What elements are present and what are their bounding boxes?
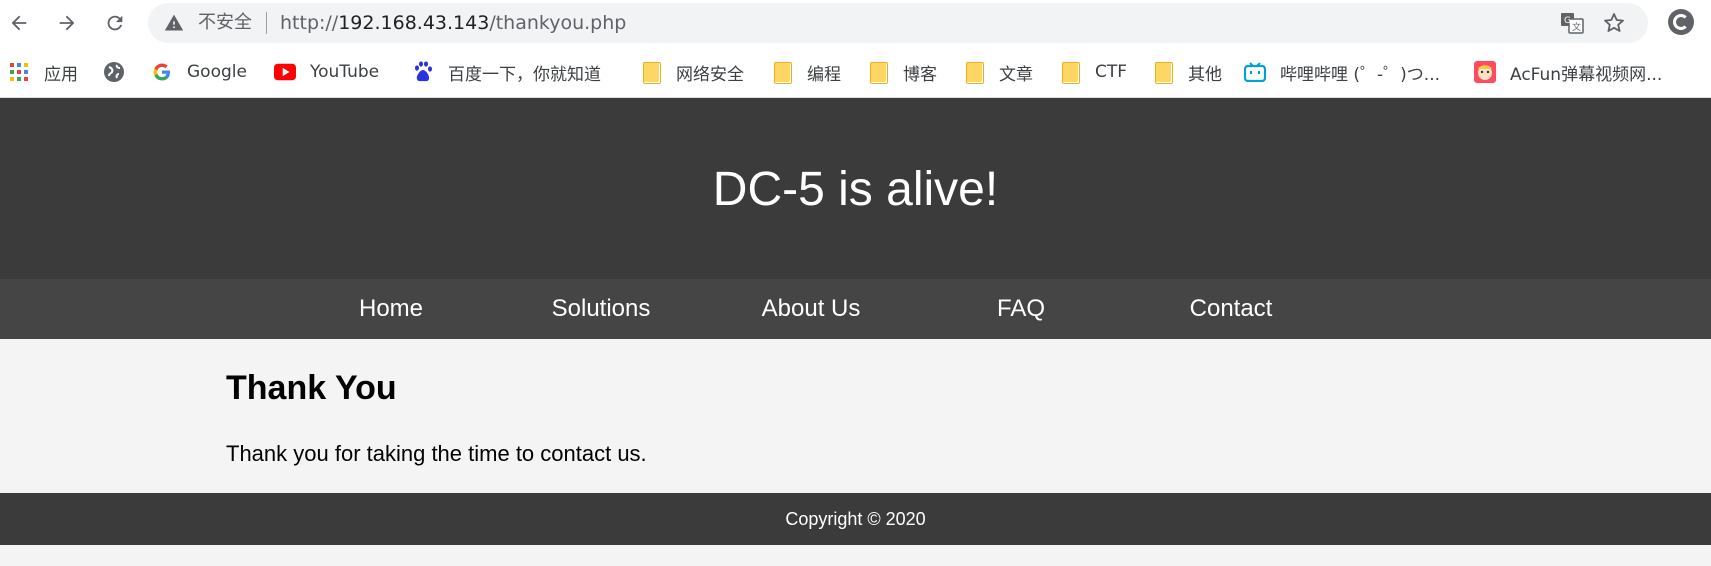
back-button[interactable] (4, 8, 34, 38)
forward-button[interactable] (52, 8, 82, 38)
forward-icon (59, 15, 75, 31)
bookmark-youtube[interactable]: YouTube (274, 59, 379, 85)
bookmark-label: 其他 (1188, 64, 1222, 85)
folder-icon (640, 61, 662, 84)
folder-icon (1152, 61, 1174, 84)
bookmark-baidu[interactable]: 百度一下，你就知道 (412, 59, 601, 85)
profile-icon[interactable] (1668, 9, 1694, 35)
main-content: Thank You Thank you for taking the time … (0, 339, 1711, 493)
star-icon[interactable] (1602, 11, 1626, 35)
bilibili-icon (1244, 61, 1266, 83)
bookmark-label: Google (187, 62, 247, 82)
bookmark-folder-blog[interactable]: 博客 (867, 59, 937, 85)
acfun-icon (1474, 61, 1496, 83)
bookmark-label: 网络安全 (676, 64, 744, 85)
nav-solutions[interactable]: Solutions (521, 295, 681, 323)
bookmark-label: 博客 (903, 64, 937, 85)
bookmark-label: 编程 (807, 64, 841, 85)
bookmark-label: YouTube (310, 62, 380, 82)
url-path: /thankyou.php (489, 12, 627, 34)
baidu-icon (412, 61, 434, 83)
google-icon (151, 61, 173, 83)
url-text[interactable]: http://192.168.43.143/thankyou.php (280, 12, 626, 34)
page-background (0, 545, 1711, 566)
page-title: Thank You (226, 369, 397, 407)
nav-faq[interactable]: FAQ (941, 295, 1101, 323)
site-title: DC-5 is alive! (712, 163, 999, 216)
bookmark-folder-security[interactable]: 网络安全 (640, 59, 744, 85)
reload-icon (107, 15, 123, 31)
thank-you-message: Thank you for taking the time to contact… (226, 441, 647, 466)
translate-icon[interactable]: G 文 (1560, 12, 1584, 34)
security-label[interactable]: 不安全 (198, 13, 252, 33)
bookmark-folder-ctf[interactable]: CTF (1059, 59, 1127, 85)
apps-grid-icon (8, 61, 30, 83)
svg-text:G: G (1564, 16, 1571, 26)
folder-icon (867, 61, 889, 84)
url-host: 192.168.43.143 (338, 12, 490, 34)
reload-button[interactable] (100, 8, 130, 38)
folder-icon (1059, 61, 1081, 84)
bookmark-google[interactable]: Google (151, 59, 247, 85)
youtube-icon (274, 61, 296, 83)
copyright-text: Copyright © 2020 (785, 509, 926, 529)
address-divider (266, 12, 267, 34)
nav-contact[interactable]: Contact (1151, 295, 1311, 323)
address-bar[interactable]: 不安全 http://192.168.43.143/thankyou.php G… (148, 3, 1648, 43)
bookmark-folder-other[interactable]: 其他 (1152, 59, 1222, 85)
folder-icon (771, 61, 793, 84)
browser-toolbar: 不安全 http://192.168.43.143/thankyou.php G… (0, 0, 1711, 46)
site-footer: Copyright © 2020 (0, 493, 1711, 545)
bookmark-label: CTF (1095, 62, 1128, 82)
bookmark-label: 文章 (999, 64, 1033, 85)
back-icon (11, 15, 27, 31)
bookmark-globe[interactable] (103, 59, 139, 85)
bookmark-label: 应用 (44, 64, 78, 85)
warning-icon[interactable] (164, 13, 184, 33)
bookmarks-bar: 应用 Google YouTube 百度一下，你就知道 网络安全 编程 博客 文… (0, 46, 1711, 98)
bookmark-acfun[interactable]: AcFun弹幕视频网... (1474, 59, 1662, 85)
nav-home[interactable]: Home (311, 295, 471, 323)
nav-about-us[interactable]: About Us (731, 295, 891, 323)
bookmark-bilibili[interactable]: 哔哩哔哩 (゜-゜)つ... (1244, 59, 1440, 85)
bookmark-apps[interactable]: 应用 (8, 59, 78, 85)
globe-icon (103, 61, 125, 83)
bookmark-label: 百度一下，你就知道 (448, 64, 601, 85)
site-nav: Home Solutions About Us FAQ Contact (0, 279, 1711, 339)
bookmark-folder-programming[interactable]: 编程 (771, 59, 841, 85)
bookmark-label: 哔哩哔哩 (゜-゜)つ... (1280, 64, 1441, 85)
url-scheme: http:// (280, 12, 339, 34)
folder-icon (963, 61, 985, 84)
site-header: DC-5 is alive! (0, 98, 1711, 279)
bookmark-folder-articles[interactable]: 文章 (963, 59, 1033, 85)
svg-text:文: 文 (1572, 21, 1581, 33)
bookmark-label: AcFun弹幕视频网... (1510, 64, 1663, 85)
